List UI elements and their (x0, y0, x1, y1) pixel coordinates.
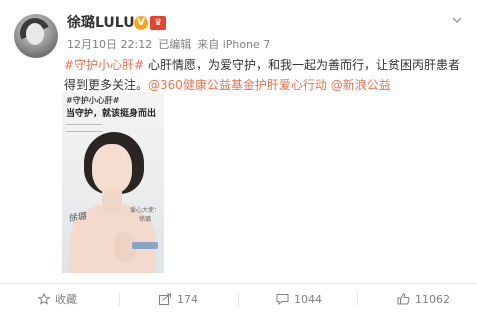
avatar[interactable] (14, 14, 58, 58)
image-signature: 徐璐 (67, 211, 87, 225)
share-count: 174 (177, 292, 198, 306)
vip-crown-icon[interactable]: ♛ (150, 16, 166, 30)
avatar-face (26, 23, 44, 45)
mention-link-sina[interactable]: @新浪公益 (331, 78, 391, 92)
image-caption: 爱心大使：徐璐 (129, 207, 160, 223)
image-figure-neck (102, 190, 122, 212)
post-timestamp[interactable]: 12月10日 22:12 (67, 38, 152, 51)
share-icon (159, 293, 171, 305)
comment-icon (276, 294, 289, 305)
post-text: #守护小心肝# 心肝情愿，为爱守护，和我一起为善而行，让贫困丙肝患者得到更多关注… (64, 55, 464, 95)
image-figure-face (92, 144, 132, 194)
favorite-label: 收藏 (55, 293, 77, 306)
image-subtitle-lines (66, 124, 102, 132)
chevron-down-icon[interactable] (451, 14, 463, 26)
image-hashtag: #守护小心肝# (66, 96, 120, 105)
star-icon (38, 293, 50, 305)
divider (119, 293, 120, 306)
post-action-bar: 收藏 174 1044 11062 (0, 283, 477, 313)
post-image[interactable]: #守护小心肝# 当守护，就该挺身而出 徐璐 爱心大使：徐璐 (62, 92, 164, 273)
comment-button[interactable]: 1044 (276, 284, 322, 313)
favorite-button[interactable]: 收藏 (38, 284, 77, 313)
weibo-post-card: 徐璐LULU V ♛ 12月10日 22:12 已编辑 来自 iPhone 7 #守… (0, 0, 477, 313)
post-meta: 12月10日 22:12 已编辑 来自 iPhone 7 (67, 38, 276, 52)
like-button[interactable]: 11062 (397, 284, 450, 313)
hashtag-link[interactable]: #守护小心肝# (64, 58, 144, 72)
mention-link-360[interactable]: @360健康公益基金护肝爱心行动 (148, 78, 327, 92)
like-count: 11062 (415, 292, 450, 306)
edited-label[interactable]: 已编辑 (158, 38, 191, 51)
verified-badge-icon[interactable]: V (134, 16, 148, 30)
username[interactable]: 徐璐LULU (67, 14, 135, 32)
comment-count: 1044 (294, 292, 322, 306)
divider (357, 293, 358, 306)
divider (238, 293, 239, 306)
image-title: 当守护，就该挺身而出 (66, 109, 157, 119)
thumbs-up-icon (397, 293, 410, 305)
share-button[interactable]: 174 (159, 284, 198, 313)
post-source[interactable]: 来自 iPhone 7 (197, 38, 270, 51)
image-logo (132, 242, 158, 249)
